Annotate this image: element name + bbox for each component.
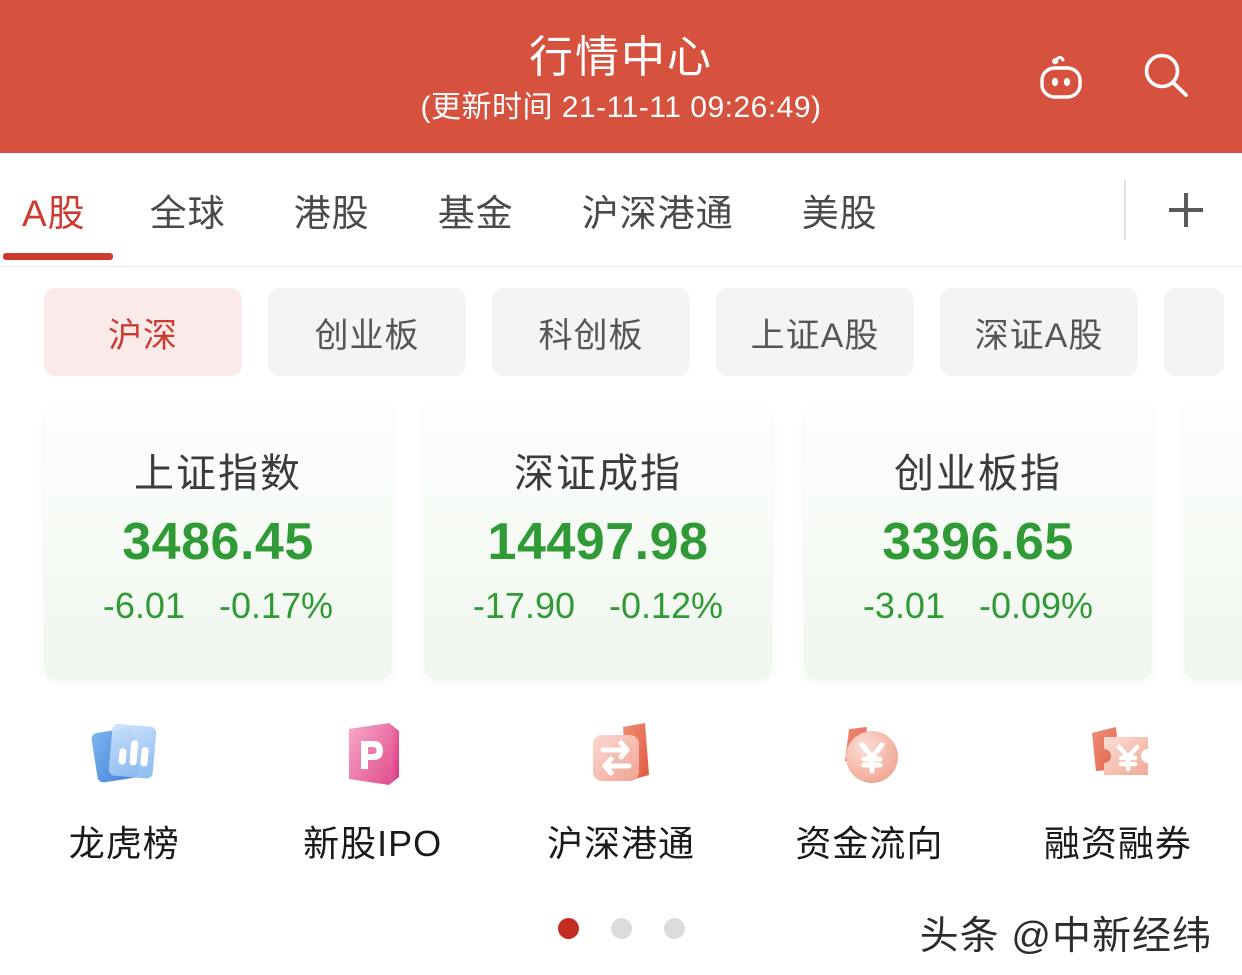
pager-dot-3[interactable] bbox=[663, 918, 685, 939]
chip-shenzhen-a[interactable]: 深证A股 bbox=[940, 288, 1138, 376]
index-name: 深证成指 bbox=[514, 452, 682, 496]
chip-overflow[interactable] bbox=[1164, 288, 1224, 376]
tab-global[interactable]: 全球 bbox=[116, 153, 260, 266]
plus-icon bbox=[1169, 192, 1203, 227]
index-change: -6.01 bbox=[102, 585, 185, 626]
watermark: 头条 @中新经纬 bbox=[919, 915, 1212, 958]
index-card-szse-component[interactable]: 深证成指 14497.98 -17.90 -0.12% bbox=[424, 405, 772, 681]
yuan-ticket-icon bbox=[1070, 707, 1166, 803]
tab-hk-stocks[interactable]: 港股 bbox=[260, 153, 404, 266]
index-value: 3396.65 bbox=[882, 513, 1074, 571]
chip-hushen[interactable]: 沪深 bbox=[44, 288, 242, 376]
quick-entry-label: 龙虎榜 bbox=[68, 823, 180, 864]
page-title: 行情中心 bbox=[529, 32, 713, 82]
add-tab-button[interactable] bbox=[1130, 153, 1242, 266]
robot-assistant-icon bbox=[1040, 56, 1082, 99]
header-actions bbox=[1028, 44, 1200, 110]
quick-entry-margin-trading[interactable]: 融资融券 bbox=[994, 707, 1242, 867]
tab-funds[interactable]: 基金 bbox=[404, 153, 548, 266]
pager-dot-1[interactable] bbox=[557, 918, 579, 939]
tab-us-stocks[interactable]: 美股 bbox=[768, 153, 912, 266]
app-header: 行情中心 (更新时间 21-11-11 09:26:49) bbox=[0, 0, 1242, 153]
folder-exchange-arrows-icon bbox=[573, 707, 669, 803]
market-filter-chips[interactable]: 沪深 创业板 科创板 上证A股 深证A股 bbox=[0, 267, 1242, 397]
yuan-coin-icon bbox=[821, 707, 917, 803]
quick-entry-longhubang[interactable]: 龙虎榜 bbox=[0, 707, 248, 867]
market-center-screen: 行情中心 (更新时间 21-11-11 09:26:49) A股 全球 港股 基… bbox=[0, 0, 1242, 975]
quick-entry-label: 资金流向 bbox=[795, 823, 944, 864]
index-deltas: -17.90 -0.12% bbox=[473, 585, 723, 627]
quick-entry-capital-flow[interactable]: 资金流向 bbox=[745, 707, 993, 867]
chip-chinext[interactable]: 创业板 bbox=[268, 288, 466, 376]
index-change-percent: -0.17% bbox=[218, 585, 334, 626]
update-time-text: (更新时间 21-11-11 09:26:49) bbox=[420, 90, 822, 124]
tab-a-shares[interactable]: A股 bbox=[0, 153, 116, 266]
quick-entry-label: 融资融券 bbox=[1043, 823, 1192, 864]
quick-entry-label: 新股IPO bbox=[303, 823, 443, 864]
search-icon bbox=[1144, 53, 1188, 97]
quick-entry-stock-connect[interactable]: 沪深港通 bbox=[497, 707, 745, 867]
tab-stock-connect[interactable]: 沪深港通 bbox=[548, 153, 768, 266]
index-name: 创业板指 bbox=[894, 452, 1062, 496]
pager-dot-2[interactable] bbox=[610, 918, 632, 939]
quick-entry-label: 沪深港通 bbox=[547, 823, 696, 864]
index-card-chinext[interactable]: 创业板指 3396.65 -3.01 -0.09% bbox=[804, 405, 1152, 681]
tabs-divider bbox=[1124, 179, 1126, 240]
quick-entry-new-stock-ipo[interactable]: 新股IPO bbox=[248, 707, 496, 867]
index-value: 3486.45 bbox=[122, 513, 314, 571]
chip-shanghai-a[interactable]: 上证A股 bbox=[716, 288, 914, 376]
index-deltas: -3.01 -0.09% bbox=[863, 585, 1093, 627]
index-change-percent: -0.09% bbox=[978, 585, 1094, 626]
cards-bar-chart-icon bbox=[76, 707, 172, 803]
index-name: 上证指数 bbox=[134, 452, 302, 496]
search-button[interactable] bbox=[1134, 44, 1200, 110]
index-deltas: -6.01 -0.17% bbox=[103, 585, 333, 627]
index-change-percent: -0.12% bbox=[609, 585, 724, 626]
quick-entry-row: 龙虎榜 新股IPO 沪深港通 资金流向 融资融券 bbox=[0, 697, 1242, 887]
index-card-overflow[interactable] bbox=[1184, 405, 1242, 681]
chip-star-market[interactable]: 科创板 bbox=[492, 288, 690, 376]
index-value: 14497.98 bbox=[487, 513, 709, 571]
index-card-sse-composite[interactable]: 上证指数 3486.45 -6.01 -0.17% bbox=[44, 405, 392, 681]
ipo-p-letter-icon bbox=[325, 707, 421, 803]
market-tabs-bar: A股 全球 港股 基金 沪深港通 美股 bbox=[0, 153, 1242, 267]
index-change: -17.90 bbox=[472, 585, 575, 626]
index-change: -3.01 bbox=[862, 585, 945, 626]
robot-assistant-button[interactable] bbox=[1028, 44, 1094, 110]
index-cards-carousel[interactable]: 上证指数 3486.45 -6.01 -0.17% 深证成指 14497.98 … bbox=[0, 397, 1242, 697]
tabs-scroller[interactable]: A股 全球 港股 基金 沪深港通 美股 bbox=[0, 153, 1118, 266]
